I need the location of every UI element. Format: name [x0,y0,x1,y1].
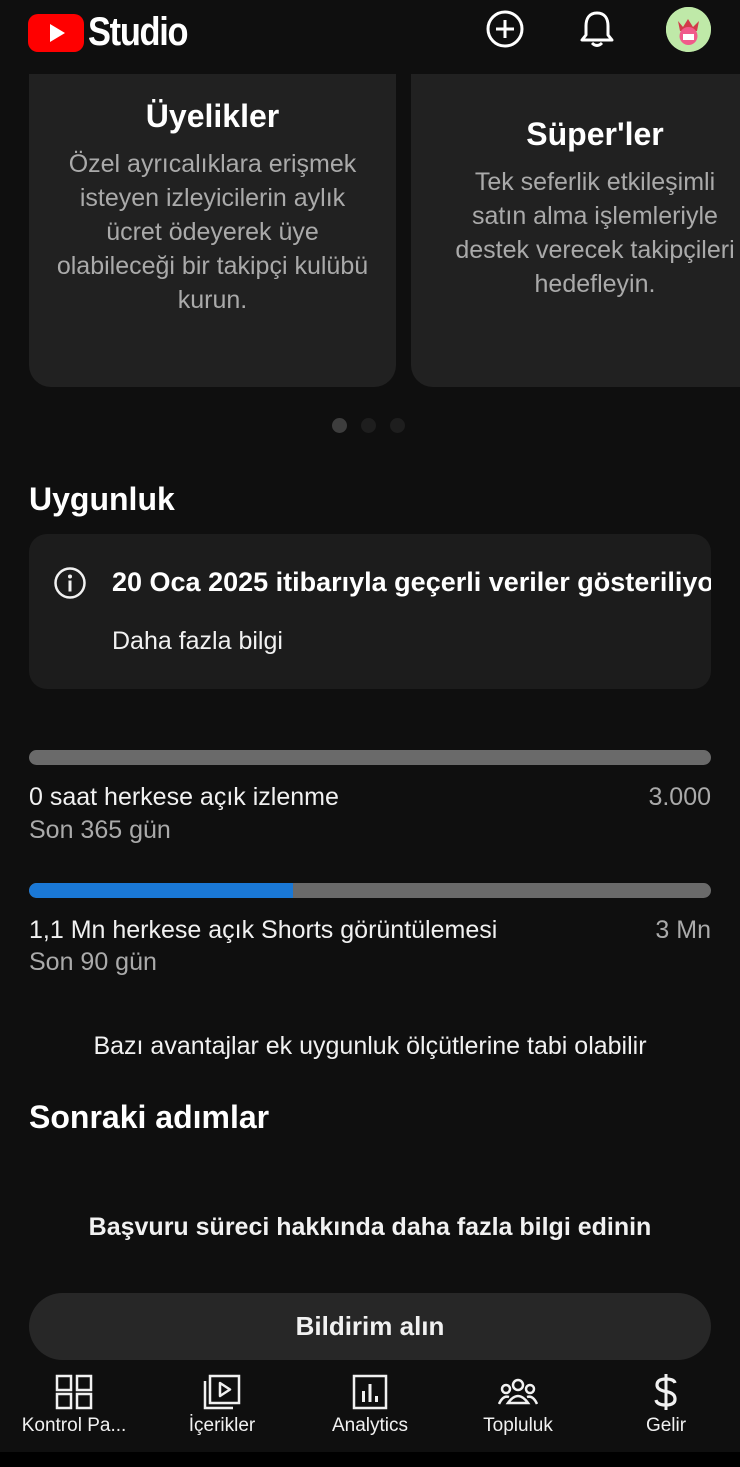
info-icon [53,566,87,600]
nav-item-content[interactable]: İçerikler [148,1360,296,1452]
nav-item-dashboard[interactable]: Kontrol Pa... [0,1360,148,1452]
benefit-card-supers[interactable]: Süper'ler Tek seferlik etkileşimli satın… [411,74,740,387]
nav-label: Gelir [645,1415,687,1436]
nav-label: Kontrol Pa... [21,1415,127,1436]
card-title: Süper'ler [526,116,664,152]
card-description: Tek seferlik etkileşimli satın alma işle… [455,168,735,298]
metric-period: Son 90 gün [29,948,157,976]
learn-process-link[interactable]: Başvuru süreci hakkında daha fazla bilgi… [0,1213,740,1242]
community-icon [498,1372,538,1412]
data-date-text: 20 Oca 2025 itibarıyla geçerli veriler g… [112,567,711,597]
youtube-studio-logo[interactable]: Studio [28,10,203,55]
benefit-card-memberships[interactable]: Üyelikler Özel ayrıcalıklara erişmek ist… [29,74,396,387]
bottom-navigation: Kontrol Pa... İçerikler Analytics Toplul… [0,1360,740,1452]
benefit-carousel[interactable]: Üyelikler Özel ayrıcalıklara erişmek ist… [0,74,740,388]
carousel-page-indicator [332,418,405,433]
system-navigation-bar [0,1452,740,1467]
card-description: Özel ayrıcalıklara erişmek isteyen izley… [56,150,369,314]
next-steps-heading: Sonraki adımlar [29,1099,270,1135]
learn-more-link[interactable]: Daha fazla bilgi [112,627,283,656]
app-name: Studio [88,10,189,54]
dashboard-icon [54,1372,94,1412]
nav-item-community[interactable]: Topluluk [444,1360,592,1452]
shorts-views-progress-bar [29,883,711,898]
create-icon[interactable] [484,8,526,50]
page-dot [361,418,376,433]
page-dot [332,418,347,433]
bell-icon[interactable] [576,8,618,50]
metric-period: Son 365 gün [29,816,171,844]
metric-goal: 3 Mn [655,916,711,944]
metric-goal: 3.000 [648,783,711,811]
nav-label: Topluluk [483,1415,553,1436]
nav-item-earn[interactable]: Gelir [592,1360,740,1452]
page-dot [390,418,405,433]
progress-fill [29,883,293,898]
content-icon [202,1372,242,1412]
nav-label: İçerikler [188,1415,256,1436]
analytics-icon [350,1372,390,1412]
card-title: Üyelikler [145,98,280,134]
eligibility-note: Bazı avantajlar ek uygunluk ölçütlerine … [93,1032,647,1060]
avatar[interactable] [666,7,711,52]
watch-hours-progress-bar [29,750,711,765]
nav-label: Analytics [331,1415,409,1436]
top-app-bar: Studio [0,0,740,62]
youtube-logo-icon [28,13,84,52]
get-notified-button[interactable]: Bildirim alın [29,1293,711,1360]
nav-item-analytics[interactable]: Analytics [296,1360,444,1452]
data-date-notice: 20 Oca 2025 itibarıyla geçerli veriler g… [29,534,711,689]
eligibility-heading: Uygunluk [29,481,175,517]
metric-label: 0 saat herkese açık izlenme [29,783,339,811]
dollar-icon [646,1372,686,1412]
metric-label: 1,1 Mn herkese açık Shorts görüntülemesi [29,916,498,944]
